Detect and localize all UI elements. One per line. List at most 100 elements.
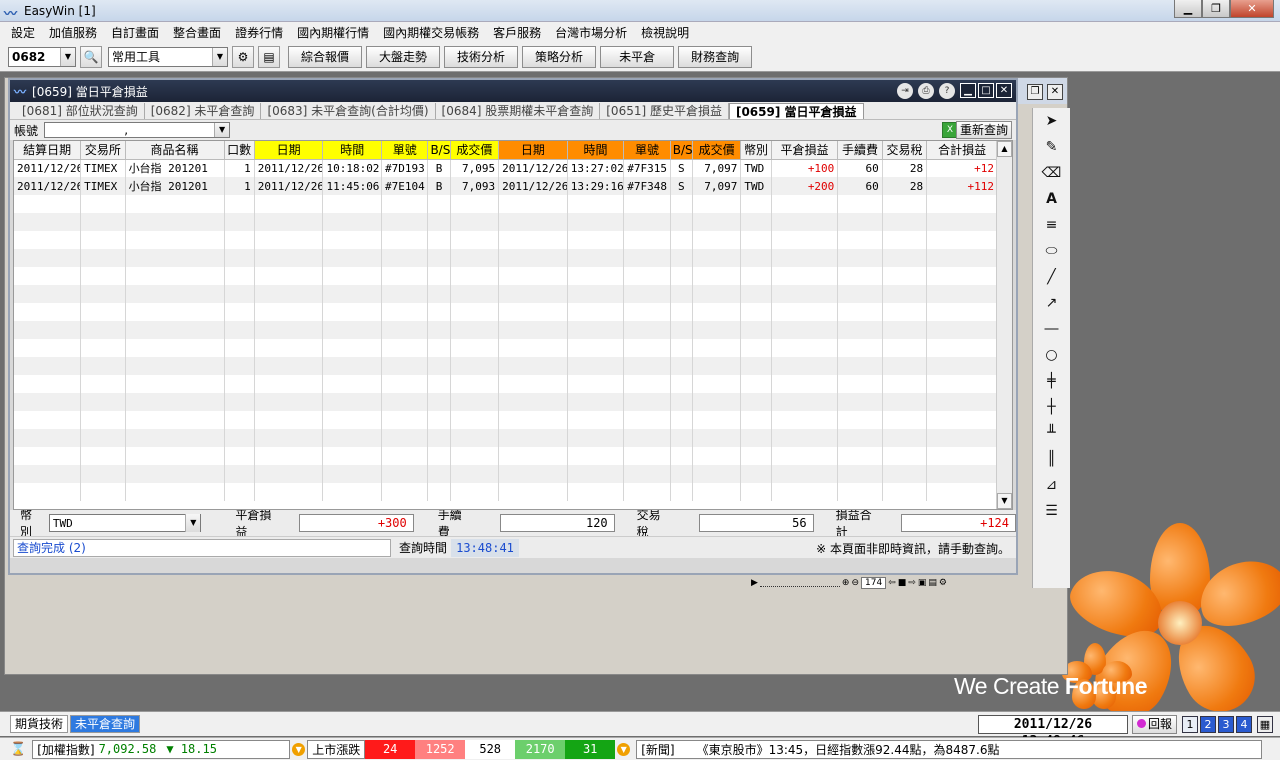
grid-scrollbar[interactable]: ▲ ▼ xyxy=(996,141,1012,509)
help-icon[interactable]: ? xyxy=(939,83,955,99)
col-exchange[interactable]: 交易所 xyxy=(80,141,126,160)
export-icon[interactable]: ⇥ xyxy=(897,83,913,99)
task-tab-open-position[interactable]: 未平倉查詢 xyxy=(70,715,141,733)
col-open-time[interactable]: 時間 xyxy=(322,141,383,160)
col-total-pnl[interactable]: 合計損益 xyxy=(926,141,998,160)
print-icon[interactable]: ⎙ xyxy=(918,83,934,99)
tab-0682[interactable]: [0682] 未平倉查詢 xyxy=(145,103,262,119)
search-icon[interactable]: 🔍 xyxy=(80,45,102,68)
col-close-date[interactable]: 日期 xyxy=(498,141,568,160)
tab-0684[interactable]: [0684] 股票期權未平倉查詢 xyxy=(436,103,601,119)
settings-icon[interactable]: ⚙ xyxy=(939,578,947,588)
col-settle-date[interactable]: 結算日期 xyxy=(14,141,82,160)
zoom-value[interactable]: 174 xyxy=(861,577,887,589)
quote-button[interactable]: 綜合報價 xyxy=(288,45,363,68)
window-list-icon[interactable]: ▤ xyxy=(258,45,280,68)
tab-0659[interactable]: [0659] 當日平倉損益 xyxy=(728,103,864,119)
menu-settings[interactable]: 設定 xyxy=(4,24,42,41)
col-closed-pnl[interactable]: 平倉損益 xyxy=(771,141,839,160)
line-icon[interactable]: ╱ xyxy=(1033,264,1070,290)
news-box[interactable]: [新聞] 《東京股市》13:45，日經指數漲92.44點，為8487.6點 xyxy=(636,739,1263,759)
col-open-date[interactable]: 日期 xyxy=(254,141,324,160)
candle-icon[interactable]: ╪ xyxy=(1033,368,1070,394)
tools-combo[interactable]: 常用工具 ▼ xyxy=(108,46,228,67)
minimize-icon[interactable]: ▁ xyxy=(1174,0,1202,18)
table-row[interactable]: 2011/12/26 TIMEX 小台指 201201 1 2011/12/26 11:4… xyxy=(14,177,998,195)
account-combo[interactable]: , ▼ xyxy=(44,122,231,138)
function-code-combo[interactable]: 0682 ▼ xyxy=(8,46,76,67)
layout-4-button[interactable]: 4 xyxy=(1236,716,1252,733)
layout-1-button[interactable]: 1 xyxy=(1182,716,1198,733)
col-open-order[interactable]: 單號 xyxy=(381,141,429,160)
chevron-down-icon[interactable]: ▼ xyxy=(185,514,201,532)
chevron-right-icon[interactable]: ▶ xyxy=(751,578,758,588)
text-icon[interactable]: A xyxy=(1033,186,1070,212)
close-icon[interactable]: ✕ xyxy=(1230,0,1274,18)
paint-icon[interactable]: ⬭ xyxy=(1033,238,1070,264)
menu-view-help[interactable]: 檢視說明 xyxy=(634,24,696,41)
currency-combo[interactable]: TWD ▼ xyxy=(48,514,202,532)
col-product[interactable]: 商品名稱 xyxy=(125,141,225,160)
stop-icon[interactable]: ■ xyxy=(898,578,907,588)
minimize-icon[interactable]: ▁ xyxy=(960,83,976,98)
col-open-bs[interactable]: B/S xyxy=(427,141,451,160)
fib-icon[interactable]: ☰ xyxy=(1033,498,1070,524)
close-icon[interactable]: ✕ xyxy=(996,83,1012,98)
col-fee[interactable]: 手續費 xyxy=(837,141,883,160)
chevron-down-icon[interactable]: ▼ xyxy=(60,47,75,66)
fan-icon[interactable]: ⊿ xyxy=(1033,472,1070,498)
replay-button[interactable]: 回報 xyxy=(1132,715,1178,734)
strategy-analysis-button[interactable]: 策略分析 xyxy=(522,45,597,68)
menu-integrated-screen[interactable]: 整合畫面 xyxy=(166,24,228,41)
eraser-icon[interactable]: ⌫ xyxy=(1033,160,1070,186)
expand-icon[interactable]: ▼ xyxy=(292,742,306,756)
menu-customer-service[interactable]: 客戶服務 xyxy=(486,24,548,41)
cursor-icon[interactable]: ➤ xyxy=(1033,108,1070,134)
export-icon[interactable]: ▣ xyxy=(918,578,927,588)
financial-query-button[interactable]: 財務查詢 xyxy=(678,45,753,68)
menu-domestic-futures-accounts[interactable]: 國內期權交易帳務 xyxy=(376,24,486,41)
gear-icon[interactable]: ⚙ xyxy=(232,45,254,68)
col-currency[interactable]: 幣別 xyxy=(740,141,772,160)
col-close-order[interactable]: 單號 xyxy=(623,141,671,160)
expand-icon[interactable]: ▼ xyxy=(617,742,631,756)
requery-button[interactable]: 重新查詢 xyxy=(955,121,1012,139)
restore-icon[interactable]: ❐ xyxy=(1202,0,1230,18)
bars-icon[interactable]: ╨ xyxy=(1033,420,1070,446)
pencil-icon[interactable]: ✎ xyxy=(1033,134,1070,160)
tab-0683[interactable]: [0683] 未平倉查詢(合計均價) xyxy=(261,103,436,119)
close-icon[interactable]: ✕ xyxy=(1047,84,1063,100)
market-trend-button[interactable]: 大盤走勢 xyxy=(366,45,441,68)
col-open-price[interactable]: 成交價 xyxy=(450,141,500,160)
zoom-in-icon[interactable]: ⊕ xyxy=(842,578,850,588)
restore-icon[interactable]: ❐ xyxy=(1027,84,1043,100)
maximize-icon[interactable]: □ xyxy=(978,83,994,98)
col-close-price[interactable]: 成交價 xyxy=(692,141,742,160)
task-tab-futures-technical[interactable]: 期貨技術 xyxy=(10,715,69,733)
circle-icon[interactable]: ○ xyxy=(1033,342,1070,368)
arrow-left-icon[interactable]: ⇦ xyxy=(888,578,896,588)
hline-icon[interactable]: ― xyxy=(1033,316,1070,342)
menu-domestic-futures-quotes[interactable]: 國內期權行情 xyxy=(290,24,376,41)
menu-custom-screen[interactable]: 自訂畫面 xyxy=(104,24,166,41)
menu-securities-quotes[interactable]: 證券行情 xyxy=(228,24,290,41)
col-close-bs[interactable]: B/S xyxy=(670,141,693,160)
arrow-right-icon[interactable]: ⇨ xyxy=(908,578,916,588)
open-position-button[interactable]: 未平倉 xyxy=(600,45,675,68)
tab-0681[interactable]: [0681] 部位狀況查詢 xyxy=(16,103,145,119)
scroll-down-icon[interactable]: ▼ xyxy=(997,493,1012,509)
menu-value-added[interactable]: 加值服務 xyxy=(42,24,104,41)
candles-icon[interactable]: ┼ xyxy=(1033,394,1070,420)
menu-taiwan-market-analysis[interactable]: 台灣市場分析 xyxy=(548,24,634,41)
print-icon[interactable]: ▤ xyxy=(928,578,937,588)
layout-2-button[interactable]: 2 xyxy=(1200,716,1216,733)
layout-3-button[interactable]: 3 xyxy=(1218,716,1234,733)
col-qty[interactable]: 口數 xyxy=(224,141,255,160)
technical-analysis-button[interactable]: 技術分析 xyxy=(444,45,519,68)
scroll-up-icon[interactable]: ▲ xyxy=(997,141,1012,157)
lines-icon[interactable]: ≡ xyxy=(1033,212,1070,238)
grid-layout-icon[interactable]: ▦ xyxy=(1257,716,1273,733)
chevron-down-icon[interactable]: ▼ xyxy=(214,123,230,137)
vlines-icon[interactable]: ║ xyxy=(1033,446,1070,472)
col-close-time[interactable]: 時間 xyxy=(567,141,625,160)
